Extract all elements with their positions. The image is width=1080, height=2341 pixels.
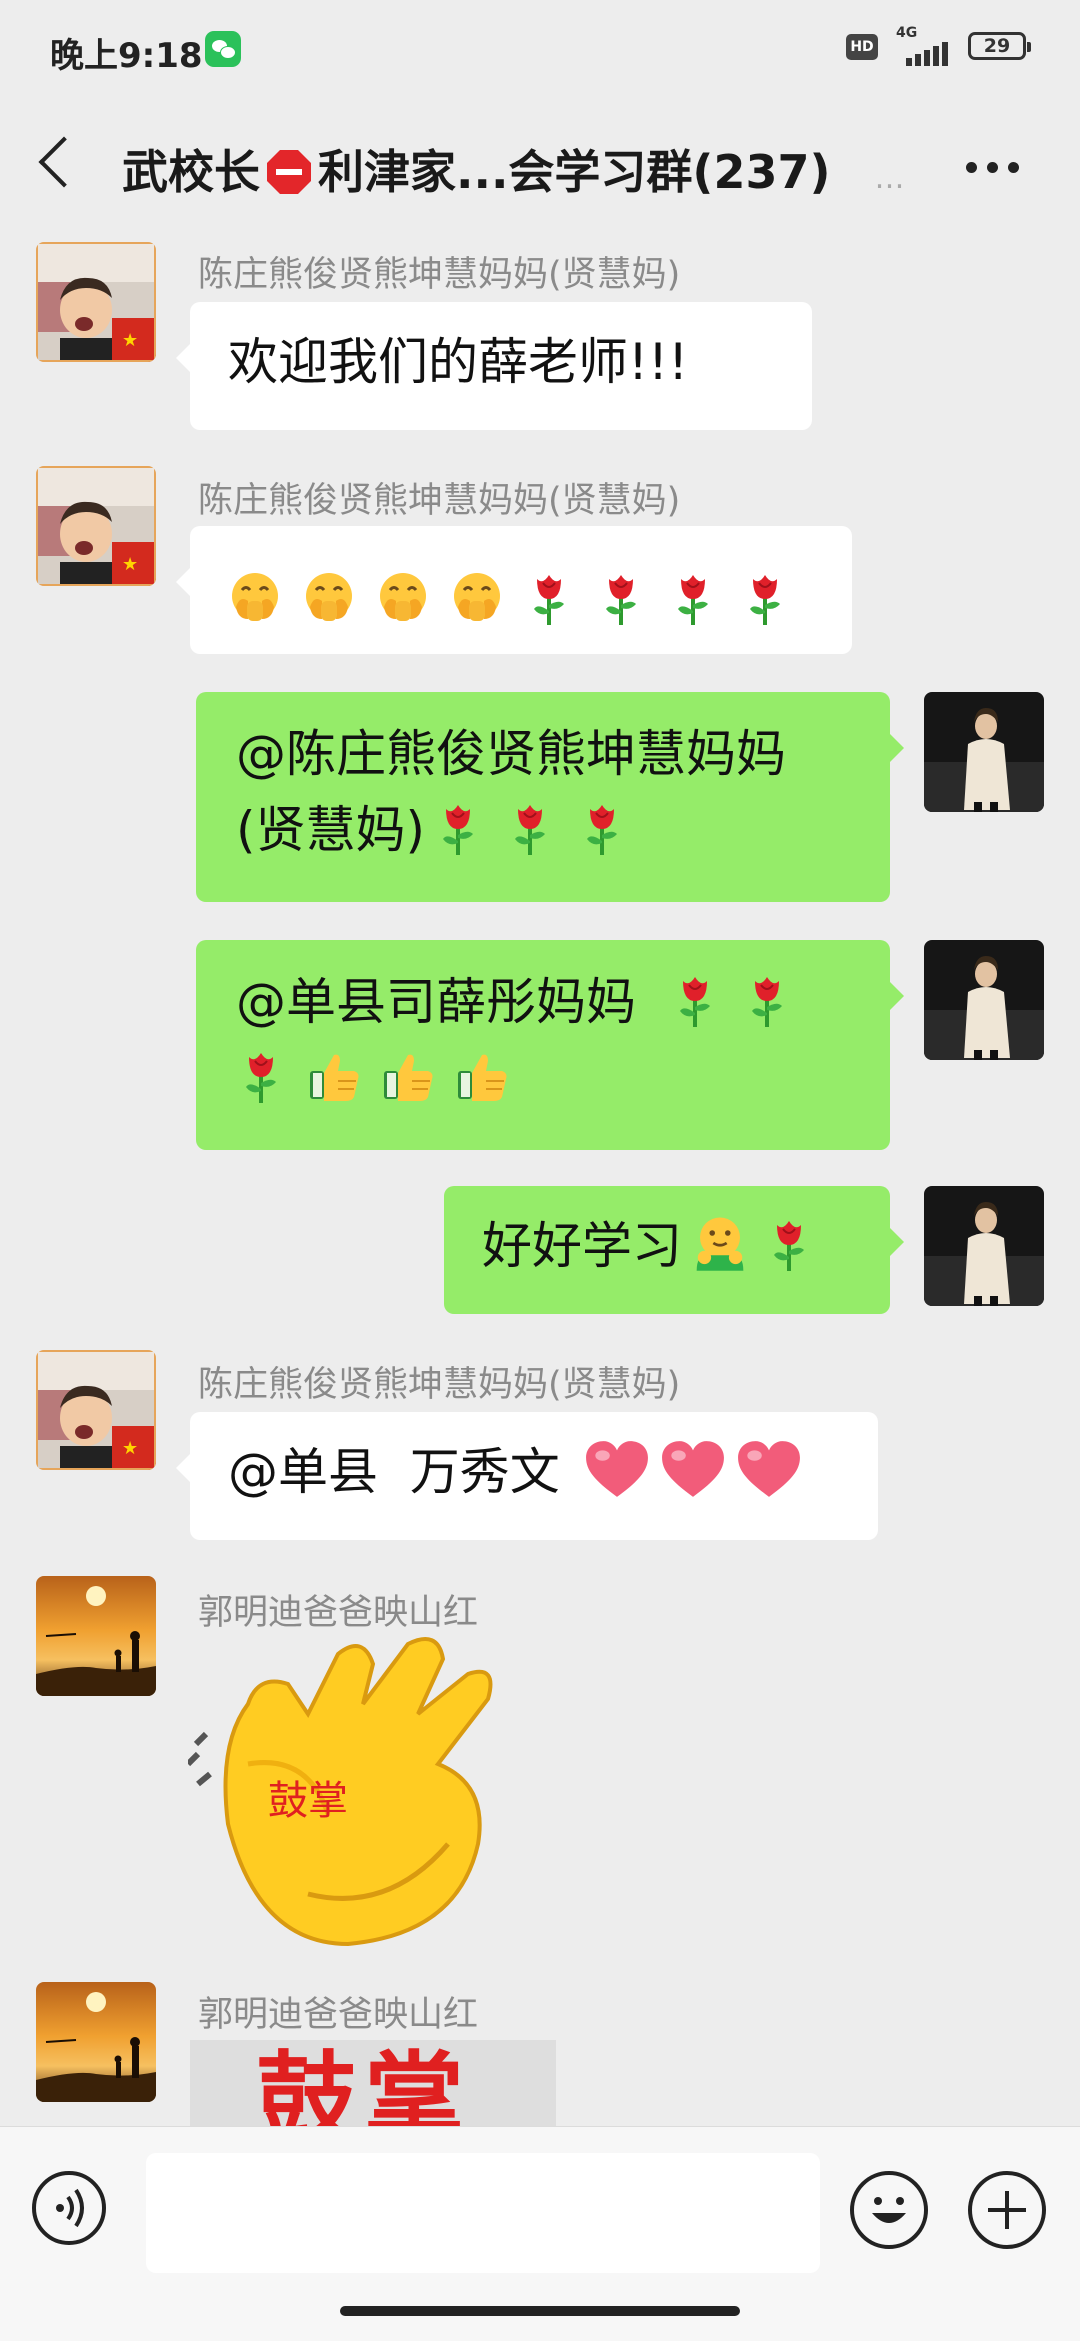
- message-bubble[interactable]: @单县司薛彤妈妈: [196, 940, 904, 1150]
- thumbs-up-emoji: [456, 1047, 510, 1105]
- rose-emoji: [433, 803, 483, 857]
- rose-emoji: [596, 573, 646, 627]
- message-text: @陈庄熊俊贤熊坤慧妈妈: [236, 725, 786, 783]
- rose-emoji: [742, 975, 792, 1029]
- message-bubble[interactable]: @单县 万秀文: [176, 1412, 878, 1540]
- rose-emoji: [236, 1051, 286, 1105]
- message-text: 好好学习: [482, 1217, 682, 1275]
- sender-name: 陈庄熊俊贤熊坤慧妈妈(贤慧妈): [198, 1365, 681, 1405]
- sender-name: 陈庄熊俊贤熊坤慧妈妈(贤慧妈): [198, 255, 681, 295]
- title-overflow: …: [874, 161, 905, 196]
- sticker-text-card[interactable]: 鼓掌: [190, 2040, 556, 2126]
- avatar[interactable]: [36, 1350, 156, 1470]
- rose-emoji: [670, 975, 720, 1029]
- message-bubble[interactable]: 好好学习: [444, 1186, 904, 1314]
- battery-icon: 29: [968, 32, 1031, 60]
- rose-emoji: [577, 803, 627, 857]
- rose-emoji: [764, 1219, 814, 1273]
- avatar[interactable]: [924, 692, 1044, 812]
- avatar[interactable]: [36, 1982, 156, 2102]
- rose-emoji: [505, 803, 555, 857]
- hand-over-mouth-emoji: [450, 569, 504, 627]
- rose-emoji: [668, 573, 718, 627]
- wechat-notification-icon: [205, 31, 241, 67]
- hand-over-mouth-emoji: [228, 569, 282, 627]
- message-bubble[interactable]: 欢迎我们的薛老师!!!: [176, 302, 812, 430]
- emoji-button[interactable]: [850, 2171, 928, 2249]
- voice-icon: [56, 2188, 84, 2228]
- rose-emoji: [524, 573, 574, 627]
- status-bar: 晚上9:18 HD 4G 29: [0, 0, 1080, 100]
- signal-icon: [896, 40, 952, 66]
- status-time: 晚上9:18: [50, 36, 203, 76]
- message-text: 欢迎我们的薛老师!!!: [228, 333, 689, 391]
- more-icon[interactable]: [966, 162, 1026, 174]
- avatar[interactable]: [36, 1576, 156, 1696]
- hand-over-mouth-emoji: [302, 569, 356, 627]
- sender-name: 郭明迪爸爸映山红: [198, 1593, 479, 1633]
- sticker-text: 鼓掌: [268, 1778, 348, 1824]
- hugging-face-emoji: [690, 1213, 750, 1273]
- avatar[interactable]: [924, 1186, 1044, 1306]
- heart-emoji: [736, 1439, 802, 1501]
- plus-button[interactable]: [968, 2171, 1046, 2249]
- avatar[interactable]: [36, 242, 156, 362]
- message-text: (贤慧妈): [236, 801, 426, 859]
- message-input[interactable]: [146, 2153, 820, 2273]
- voice-button[interactable]: [32, 2171, 106, 2245]
- heart-emoji: [660, 1439, 726, 1501]
- message-text: @单县司薛彤妈妈: [236, 973, 636, 1031]
- back-arrow-icon[interactable]: [38, 136, 90, 188]
- message-bubble[interactable]: @陈庄熊俊贤熊坤慧妈妈 (贤慧妈): [196, 692, 904, 902]
- home-indicator[interactable]: [340, 2306, 740, 2316]
- message-bubble[interactable]: [176, 526, 852, 654]
- message-text: @单县 万秀文: [228, 1443, 560, 1501]
- avatar[interactable]: [924, 940, 1044, 1060]
- rose-emoji: [740, 573, 790, 627]
- heart-emoji: [584, 1439, 650, 1501]
- sender-name: 郭明迪爸爸映山红: [198, 1995, 479, 2035]
- chat-header: 武校长 利津家...会学习群(237) …: [0, 100, 1080, 240]
- emoji-icon: [872, 2197, 906, 2223]
- stop-sign-icon: [267, 150, 311, 194]
- network-type: 4G: [896, 25, 918, 41]
- avatar[interactable]: [36, 466, 156, 586]
- thumbs-up-emoji: [308, 1047, 362, 1105]
- hd-icon: HD: [846, 34, 878, 60]
- thumbs-up-emoji: [382, 1047, 436, 1105]
- sender-name: 陈庄熊俊贤熊坤慧妈妈(贤慧妈): [198, 481, 681, 521]
- chat-title-name: 武校长: [122, 145, 260, 199]
- clapping-hand-sticker-icon: 鼓掌: [185, 1637, 493, 1947]
- sticker-text: 鼓掌: [256, 2041, 472, 2127]
- sticker-clapping[interactable]: 鼓掌: [185, 1634, 508, 1954]
- chat-title-rest: 利津家...会学习群(237): [318, 145, 831, 199]
- hand-over-mouth-emoji: [376, 569, 430, 627]
- chat-title: 武校长 利津家...会学习群(237) …: [122, 136, 905, 202]
